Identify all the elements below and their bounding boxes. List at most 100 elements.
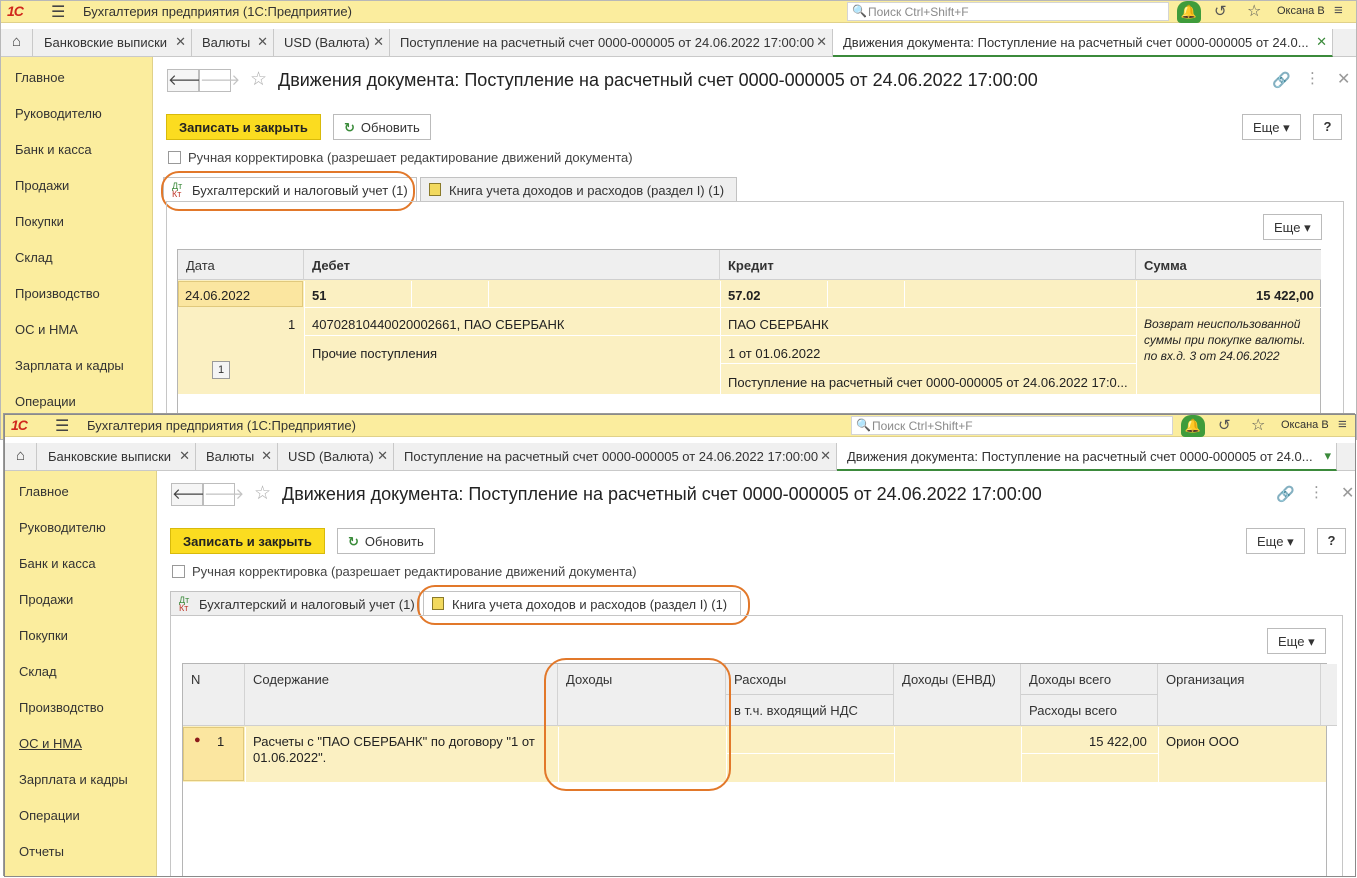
- link-icon[interactable]: 🔗: [1276, 485, 1295, 503]
- save-and-close-button[interactable]: Записать и закрыть: [170, 528, 325, 554]
- tab-accounting-tax[interactable]: Дт Кт Бухгалтерский и налоговый учет (1): [170, 591, 420, 616]
- system-menu-icon[interactable]: ≡: [1338, 416, 1347, 433]
- tab-bank-statements[interactable]: Банковские выписки ✕: [34, 29, 192, 57]
- grid-more-button[interactable]: Еще ▾: [1263, 214, 1322, 240]
- tab-usd[interactable]: USD (Валюта) ✕: [274, 29, 390, 57]
- tab-currencies[interactable]: Валюты ✕: [196, 443, 278, 471]
- history-icon[interactable]: ↺: [1218, 416, 1231, 434]
- close-tab-icon[interactable]: ✕: [377, 448, 388, 464]
- forward-button[interactable]: 🡒: [199, 69, 240, 92]
- cell-debit-sub2[interactable]: Прочие поступления: [312, 346, 438, 361]
- page-indicator[interactable]: 1: [212, 361, 230, 379]
- refresh-button[interactable]: ↻ Обновить: [337, 528, 435, 554]
- cell-credit-sub3[interactable]: Поступление на расчетный счет 0000-00000…: [728, 375, 1128, 390]
- home-icon[interactable]: ⌂: [1, 29, 33, 57]
- close-tab-icon[interactable]: ✕: [179, 448, 190, 464]
- col-header-sum[interactable]: Сумма: [1136, 250, 1321, 280]
- link-icon[interactable]: 🔗: [1272, 71, 1291, 89]
- col-header-income-envd[interactable]: Доходы (ЕНВД): [894, 664, 1021, 726]
- notification-bell-icon[interactable]: 🔔: [1181, 415, 1205, 437]
- tab-receipt[interactable]: Поступление на расчетный счет 0000-00000…: [394, 443, 837, 471]
- sidebar-item-purchases[interactable]: Покупки: [19, 628, 68, 643]
- history-icon[interactable]: ↺: [1214, 2, 1227, 20]
- close-tab-icon[interactable]: ✕: [1316, 34, 1327, 50]
- sidebar-item-production[interactable]: Производство: [19, 700, 104, 715]
- more-actions-icon[interactable]: ⋮: [1309, 483, 1324, 501]
- manual-correction-checkbox[interactable]: Ручная корректировка (разрешает редактир…: [172, 564, 637, 579]
- sidebar-item-warehouse[interactable]: Склад: [15, 250, 53, 265]
- cell-debit-sub1[interactable]: 40702810440020002661, ПАО СБЕРБАНК: [312, 317, 565, 332]
- col-header-incl-vat[interactable]: в т.ч. входящий НДС: [726, 695, 894, 726]
- sidebar-item-production[interactable]: Производство: [15, 286, 100, 301]
- grid-more-button[interactable]: Еще ▾: [1267, 628, 1326, 654]
- close-tab-icon[interactable]: ✕: [261, 448, 272, 464]
- search-input[interactable]: 🔍 Поиск Ctrl+Shift+F: [851, 416, 1173, 435]
- close-tab-icon[interactable]: ✕: [816, 34, 827, 50]
- favorites-star-icon[interactable]: ☆: [1247, 1, 1261, 21]
- close-tab-icon[interactable]: ✕: [257, 34, 268, 50]
- user-name[interactable]: Оксана В: [1281, 419, 1329, 431]
- sidebar-item-manager[interactable]: Руководителю: [15, 106, 102, 121]
- help-button[interactable]: ?: [1317, 528, 1346, 554]
- sidebar-item-payroll[interactable]: Зарплата и кадры: [15, 358, 124, 373]
- close-tab-icon[interactable]: ✕: [820, 448, 831, 464]
- add-favorite-icon[interactable]: ☆: [254, 482, 271, 505]
- tab-document-movements[interactable]: Движения документа: Поступление на расче…: [833, 29, 1333, 57]
- sidebar-item-reports[interactable]: Отчеты: [19, 844, 64, 859]
- cell-content[interactable]: Расчеты с "ПАО СБЕРБАНК" по договору "1 …: [253, 734, 553, 766]
- cell-n[interactable]: ● 1: [183, 727, 244, 781]
- col-header-n[interactable]: N: [183, 664, 245, 726]
- sidebar-item-operations[interactable]: Операции: [19, 808, 80, 823]
- sidebar-item-sales[interactable]: Продажи: [19, 592, 73, 607]
- sidebar-item-operations[interactable]: Операции: [15, 394, 76, 409]
- home-icon[interactable]: ⌂: [5, 443, 37, 471]
- sidebar-item-payroll[interactable]: Зарплата и кадры: [19, 772, 128, 787]
- col-header-debit[interactable]: Дебет: [304, 250, 720, 280]
- sidebar-item-warehouse[interactable]: Склад: [19, 664, 57, 679]
- sidebar-item-main[interactable]: Главное: [19, 484, 69, 499]
- tab-bank-statements[interactable]: Банковские выписки ✕: [38, 443, 196, 471]
- sidebar-item-main[interactable]: Главное: [15, 70, 65, 85]
- favorites-star-icon[interactable]: ☆: [1251, 415, 1265, 435]
- sidebar-item-sales[interactable]: Продажи: [15, 178, 69, 193]
- checkbox-box[interactable]: [172, 565, 185, 578]
- sidebar-item-bank[interactable]: Банк и касса: [15, 142, 92, 157]
- more-actions-icon[interactable]: ⋮: [1305, 69, 1320, 87]
- sidebar-item-fixed-assets[interactable]: ОС и НМА: [15, 322, 78, 337]
- refresh-button[interactable]: ↻ Обновить: [333, 114, 431, 140]
- more-button[interactable]: Еще ▾: [1242, 114, 1301, 140]
- col-header-expenses[interactable]: Расходы: [726, 664, 894, 695]
- sidebar-item-manager[interactable]: Руководителю: [19, 520, 106, 535]
- cell-organization[interactable]: Орион ООО: [1166, 734, 1239, 749]
- close-tab-icon[interactable]: ✕: [373, 34, 384, 50]
- forward-button[interactable]: 🡒: [203, 483, 244, 506]
- tab-document-movements[interactable]: Движения документа: Поступление на расче…: [837, 443, 1337, 471]
- save-and-close-button[interactable]: Записать и закрыть: [166, 114, 321, 140]
- cell-credit-sub1[interactable]: ПАО СБЕРБАНК: [728, 317, 829, 332]
- user-name[interactable]: Оксана В: [1277, 5, 1325, 17]
- manual-correction-checkbox[interactable]: Ручная корректировка (разрешает редактир…: [168, 150, 633, 165]
- col-header-date[interactable]: Дата: [178, 250, 304, 280]
- col-header-content[interactable]: Содержание: [245, 664, 558, 726]
- sidebar-item-fixed-assets[interactable]: ОС и НМА: [19, 736, 82, 751]
- main-menu-icon[interactable]: ☰: [55, 416, 69, 436]
- col-header-credit[interactable]: Кредит: [720, 250, 1136, 280]
- help-button[interactable]: ?: [1313, 114, 1342, 140]
- col-header-expenses-total[interactable]: Расходы всего: [1021, 695, 1158, 726]
- sidebar-item-bank[interactable]: Банк и касса: [19, 556, 96, 571]
- tab-receipt[interactable]: Поступление на расчетный счет 0000-00000…: [390, 29, 833, 57]
- main-menu-icon[interactable]: ☰: [51, 2, 65, 22]
- cell-date[interactable]: 24.06.2022: [178, 281, 303, 307]
- close-tab-icon[interactable]: ✕: [175, 34, 186, 50]
- tab-income-expense-book[interactable]: Книга учета доходов и расходов (раздел I…: [420, 177, 737, 202]
- notification-bell-icon[interactable]: 🔔: [1177, 1, 1201, 23]
- cell-debit-account[interactable]: 51: [312, 288, 327, 303]
- tab-dropdown-icon[interactable]: ▾: [1324, 448, 1331, 464]
- tab-usd[interactable]: USD (Валюта) ✕: [278, 443, 394, 471]
- cell-comment[interactable]: Возврат неиспользованной суммы при покуп…: [1144, 316, 1316, 364]
- col-header-income-total[interactable]: Доходы всего: [1021, 664, 1158, 695]
- close-icon[interactable]: ✕: [1337, 69, 1350, 89]
- cell-credit-account[interactable]: 57.02: [728, 288, 761, 303]
- tab-currencies[interactable]: Валюты ✕: [192, 29, 274, 57]
- more-button[interactable]: Еще ▾: [1246, 528, 1305, 554]
